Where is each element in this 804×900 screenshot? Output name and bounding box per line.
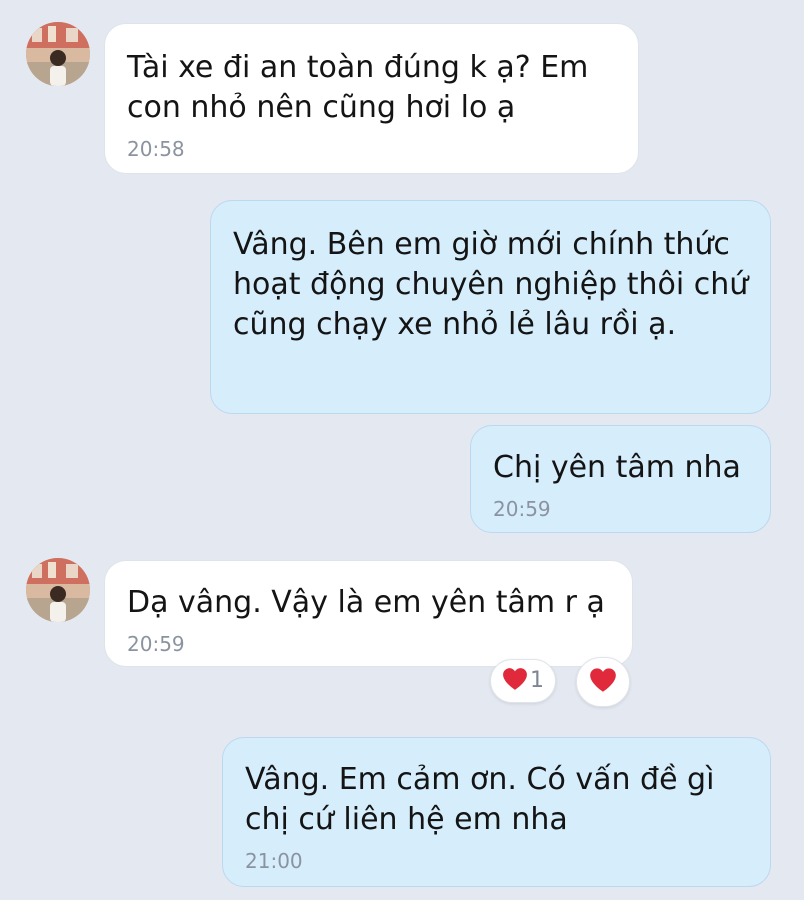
- message-bubble-outgoing[interactable]: Vâng. Em cảm ơn. Có vấn đề gì chị cứ liê…: [222, 737, 771, 887]
- contact-avatar[interactable]: [26, 558, 90, 622]
- message-bubble-incoming[interactable]: Tài xe đi an toàn đúng k ạ? Em con nhỏ n…: [104, 23, 639, 174]
- message-text: Chị yên tâm nha: [493, 450, 741, 485]
- contact-avatar[interactable]: [26, 22, 90, 86]
- message-text: Vâng. Bên em giờ mới chính thức hoạt độn…: [233, 227, 749, 342]
- heart-icon: [589, 667, 617, 697]
- message-text: Vâng. Em cảm ơn. Có vấn đề gì chị cứ liê…: [245, 762, 715, 837]
- message-timestamp: 20:59: [127, 632, 185, 656]
- message-bubble-outgoing[interactable]: Chị yên tâm nha 20:59: [470, 425, 771, 533]
- react-heart-button[interactable]: [576, 657, 630, 707]
- message-timestamp: 20:59: [493, 497, 551, 521]
- message-timestamp: 21:00: [245, 849, 303, 873]
- reaction-summary[interactable]: 1: [490, 659, 556, 703]
- message-bubble-incoming[interactable]: Dạ vâng. Vậy là em yên tâm r ạ 20:59: [104, 560, 633, 667]
- message-text: Tài xe đi an toàn đúng k ạ? Em con nhỏ n…: [127, 50, 589, 125]
- message-bubble-outgoing[interactable]: Vâng. Bên em giờ mới chính thức hoạt độn…: [210, 200, 771, 414]
- message-timestamp: 20:58: [127, 137, 185, 161]
- reaction-count: 1: [530, 668, 544, 693]
- heart-icon: [502, 667, 528, 695]
- message-text: Dạ vâng. Vậy là em yên tâm r ạ: [127, 585, 605, 620]
